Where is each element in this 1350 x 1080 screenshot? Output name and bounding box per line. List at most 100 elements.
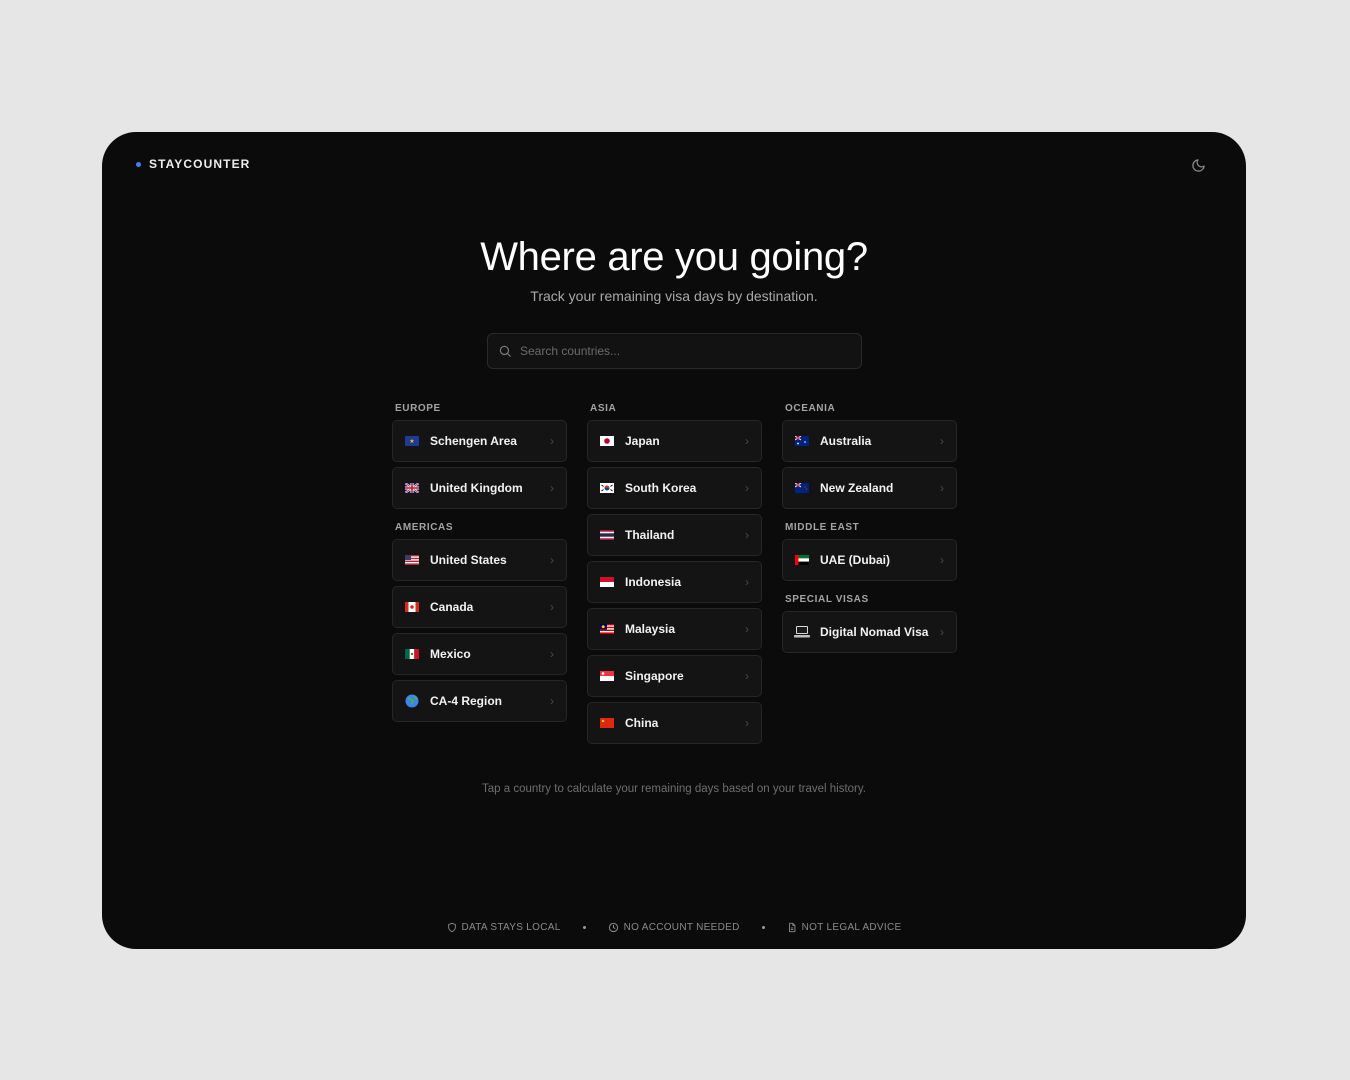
footer-item-data-local: DATA STAYS LOCAL (447, 922, 561, 933)
country-malaysia[interactable]: Malaysia › (587, 608, 762, 650)
column-europe-americas: EUROPE ★ Schengen Area › United Kingdom … (392, 402, 567, 727)
country-label: Canada (430, 600, 474, 614)
group-label-asia: ASIA (590, 403, 617, 414)
country-label: Singapore (625, 669, 684, 683)
footer: DATA STAYS LOCAL NO ACCOUNT NEEDED NOT L… (102, 922, 1246, 933)
chevron-right-icon: › (940, 481, 944, 495)
chevron-right-icon: › (940, 625, 944, 639)
visa-label: Digital Nomad Visa (820, 625, 929, 639)
app-window: STAYCOUNTER Where are you going? Track y… (102, 132, 1246, 949)
country-canada[interactable]: Canada › (392, 586, 567, 628)
country-united-kingdom[interactable]: United Kingdom › (392, 467, 567, 509)
mx-flag-icon (404, 648, 420, 660)
brand[interactable]: STAYCOUNTER (136, 157, 250, 171)
footer-label: DATA STAYS LOCAL (461, 922, 561, 933)
kr-flag-icon (599, 482, 615, 494)
search-icon (499, 345, 511, 357)
laptop-icon (794, 626, 810, 638)
group-americas: AMERICAS United States › Canada › Mexico… (392, 521, 567, 722)
country-japan[interactable]: Japan › (587, 420, 762, 462)
theme-toggle-button[interactable] (1188, 155, 1208, 175)
chevron-right-icon: › (550, 434, 554, 448)
chevron-right-icon: › (940, 553, 944, 567)
footer-label: NO ACCOUNT NEEDED (623, 922, 740, 933)
country-label: Malaysia (625, 622, 676, 636)
chevron-right-icon: › (745, 528, 749, 542)
chevron-right-icon: › (745, 575, 749, 589)
page-title: Where are you going? (480, 235, 868, 279)
country-label: South Korea (625, 481, 697, 495)
country-thailand[interactable]: Thailand › (587, 514, 762, 556)
footer-separator (582, 926, 586, 929)
globe-icon (404, 694, 420, 708)
search-box[interactable] (487, 333, 862, 369)
group-label-europe: EUROPE (395, 403, 441, 414)
th-flag-icon (599, 529, 615, 541)
country-label: United States (430, 553, 507, 567)
group-label-middle-east: MIDDLE EAST (785, 522, 860, 533)
chevron-right-icon: › (550, 481, 554, 495)
country-label: China (625, 716, 659, 730)
country-new-zealand[interactable]: New Zealand › (782, 467, 957, 509)
country-indonesia[interactable]: Indonesia › (587, 561, 762, 603)
au-flag-icon (794, 435, 810, 447)
search-input[interactable] (520, 344, 861, 358)
page-subtitle: Track your remaining visa days by destin… (530, 288, 818, 304)
country-mexico[interactable]: Mexico › (392, 633, 567, 675)
country-label: UAE (Dubai) (820, 553, 890, 567)
eu-flag-icon: ★ (404, 435, 420, 447)
group-europe: EUROPE ★ Schengen Area › United Kingdom … (392, 402, 567, 509)
country-south-korea[interactable]: South Korea › (587, 467, 762, 509)
country-singapore[interactable]: Singapore › (587, 655, 762, 697)
country-label: Australia (820, 434, 872, 448)
country-schengen-area[interactable]: ★ Schengen Area › (392, 420, 567, 462)
group-special-visas: SPECIAL VISAS Digital Nomad Visa › (782, 593, 957, 653)
country-ca4-region[interactable]: CA-4 Region › (392, 680, 567, 722)
uk-flag-icon (404, 482, 420, 494)
jp-flag-icon (599, 435, 615, 447)
footer-label: NOT LEGAL ADVICE (801, 922, 902, 933)
country-label: United Kingdom (430, 481, 523, 495)
country-label: Japan (625, 434, 660, 448)
chevron-right-icon: › (745, 669, 749, 683)
clock-icon (608, 922, 618, 933)
hint-text: Tap a country to calculate your remainin… (482, 783, 866, 795)
footer-separator (761, 926, 765, 929)
chevron-right-icon: › (940, 434, 944, 448)
country-china[interactable]: China › (587, 702, 762, 744)
us-flag-icon (404, 554, 420, 566)
footer-item-not-legal-advice: NOT LEGAL ADVICE (787, 922, 902, 933)
chevron-right-icon: › (745, 716, 749, 730)
visa-digital-nomad[interactable]: Digital Nomad Visa › (782, 611, 957, 653)
group-label-special-visas: SPECIAL VISAS (785, 594, 869, 605)
chevron-right-icon: › (550, 647, 554, 661)
country-label: Mexico (430, 647, 471, 661)
country-label: Schengen Area (430, 434, 517, 448)
country-united-states[interactable]: United States › (392, 539, 567, 581)
cn-flag-icon (599, 717, 615, 729)
nz-flag-icon (794, 482, 810, 494)
country-uae-dubai[interactable]: UAE (Dubai) › (782, 539, 957, 581)
brand-name: STAYCOUNTER (149, 157, 251, 171)
ca-flag-icon (404, 601, 420, 613)
moon-icon (1191, 158, 1205, 172)
sg-flag-icon (599, 670, 615, 682)
country-australia[interactable]: Australia › (782, 420, 957, 462)
chevron-right-icon: › (550, 600, 554, 614)
ae-flag-icon (794, 554, 810, 566)
document-icon (788, 922, 796, 933)
group-middle-east: MIDDLE EAST UAE (Dubai) › (782, 521, 957, 581)
column-asia: ASIA Japan › South Korea › Thailand › In… (587, 402, 762, 749)
id-flag-icon (599, 576, 615, 588)
chevron-right-icon: › (550, 553, 554, 567)
my-flag-icon (599, 623, 615, 635)
chevron-right-icon: › (745, 481, 749, 495)
country-label: Indonesia (625, 575, 682, 589)
group-oceania: OCEANIA Australia › New Zealand › (782, 402, 957, 509)
group-label-americas: AMERICAS (395, 522, 454, 533)
group-asia: ASIA Japan › South Korea › Thailand › In… (587, 402, 762, 744)
chevron-right-icon: › (550, 694, 554, 708)
country-label: Thailand (625, 528, 675, 542)
shield-icon (447, 922, 456, 933)
country-label: CA-4 Region (430, 694, 502, 708)
